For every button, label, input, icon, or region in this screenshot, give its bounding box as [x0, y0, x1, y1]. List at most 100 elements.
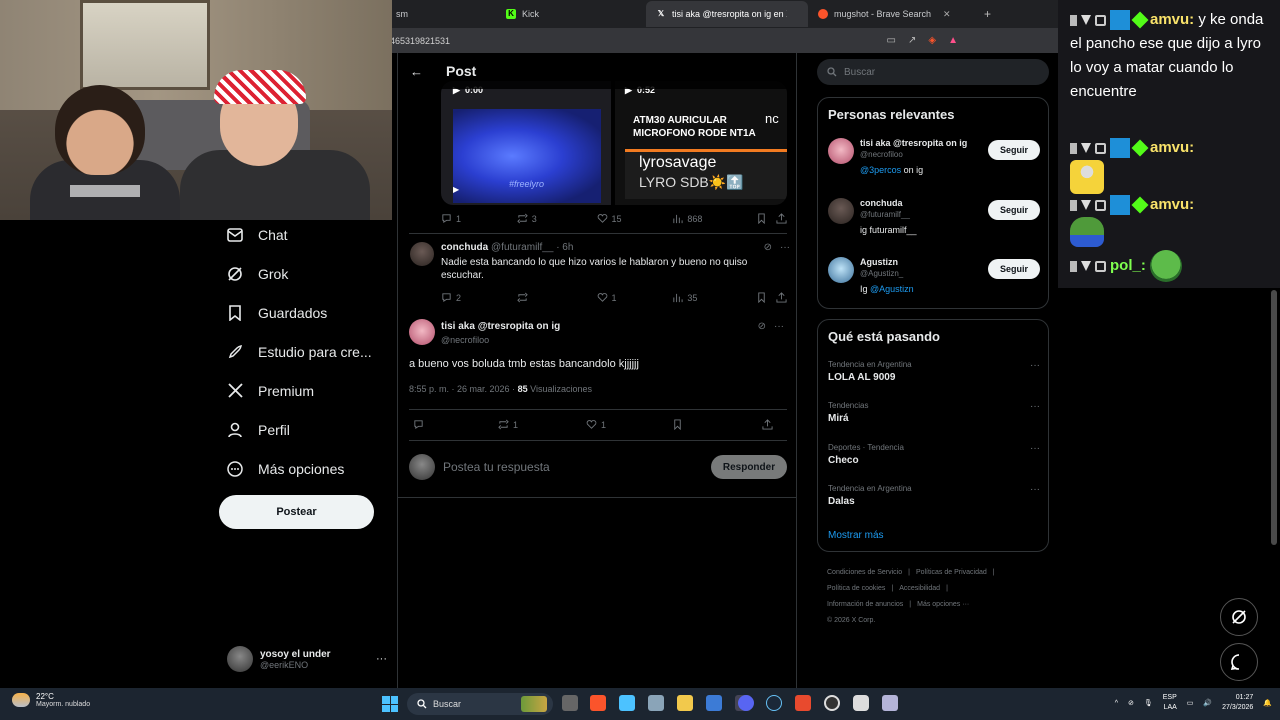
avatar[interactable] — [828, 138, 854, 164]
share-button[interactable] — [776, 292, 787, 303]
repost-button[interactable]: 3 — [517, 213, 597, 224]
show-more-link[interactable]: Mostrar más — [828, 530, 884, 541]
footer-link[interactable]: Más opciones ··· — [917, 601, 969, 608]
reply-submit-button[interactable]: Responder — [711, 455, 787, 479]
rewards-icon[interactable]: ▲ — [948, 35, 958, 46]
sidebar-item-perfil[interactable]: Perfil — [218, 410, 388, 449]
follow-button[interactable]: Seguir — [988, 259, 1040, 279]
share-button[interactable] — [762, 419, 773, 430]
more-icon[interactable]: ··· — [1030, 401, 1040, 412]
trend-item[interactable]: Deportes · Tendencia Checo ··· — [828, 443, 1040, 479]
avatar[interactable] — [409, 319, 435, 345]
tab-kick[interactable]: K Kick — [496, 1, 646, 27]
bio-mention[interactable]: @Agustizn — [870, 284, 914, 294]
more-icon[interactable]: ··· — [780, 242, 790, 253]
window-app-icon[interactable] — [706, 695, 722, 711]
views-button[interactable]: 35 — [672, 292, 756, 303]
person-card[interactable]: conchuda @futuramilf__ ig futuramilf__ S… — [828, 198, 1040, 246]
grok-icon[interactable]: ⊘ — [764, 242, 772, 253]
sidebar-item-mas-opciones[interactable]: Más opciones — [218, 449, 388, 488]
like-button[interactable]: 15 — [597, 213, 673, 224]
notification-icon[interactable]: 🔔 — [1263, 699, 1272, 707]
footer-link[interactable]: Información de anuncios — [827, 601, 903, 608]
like-button[interactable]: 1 — [597, 292, 673, 303]
file-explorer-icon[interactable] — [562, 695, 578, 711]
volume-icon[interactable]: 🔊 — [1203, 699, 1212, 707]
snipping-tool-icon[interactable] — [882, 695, 898, 711]
reply-input[interactable]: Postea tu respuesta — [443, 460, 703, 474]
screen-icon[interactable]: ▭ — [887, 35, 896, 46]
messages-fab-button[interactable] — [1220, 643, 1258, 681]
sidebar-item-premium[interactable]: Premium — [218, 371, 388, 410]
close-icon[interactable]: ✕ — [943, 9, 951, 20]
follow-button[interactable]: Seguir — [988, 140, 1040, 160]
chat-username[interactable]: amvu: — [1150, 11, 1194, 28]
more-icon[interactable]: ··· — [376, 653, 387, 665]
brave-browser-icon[interactable] — [590, 695, 606, 711]
chat-username[interactable]: pol_: — [1110, 257, 1146, 274]
quoted-media[interactable]: ▶ 0:00 #freelyro ▶ ▶ 0:52 ATM30 AURICULA… — [441, 81, 787, 205]
bio-mention[interactable]: @3percos — [860, 165, 901, 175]
taskbar-search[interactable]: Buscar — [407, 693, 553, 715]
main-tweet-time[interactable]: 8:55 p. m. · 26 mar. 2026 · — [409, 384, 515, 394]
sidebar-item-guardados[interactable]: Guardados — [218, 293, 388, 332]
person-name[interactable]: conchuda — [860, 198, 903, 208]
main-tweet-author[interactable]: tisi aka @tresropita on ig — [441, 321, 560, 332]
sidebar-item-grok[interactable]: Grok — [218, 254, 388, 293]
mic-icon[interactable]: 🎙 — [1144, 699, 1153, 707]
more-icon[interactable]: ··· — [1030, 360, 1040, 371]
obs-icon[interactable] — [824, 695, 840, 711]
chevron-up-icon[interactable]: ^ — [1115, 700, 1118, 707]
more-icon[interactable]: ··· — [1030, 484, 1040, 495]
trend-item[interactable]: Tendencias Mirá ··· — [828, 401, 1040, 437]
reply-handle[interactable]: @futuramilf__ — [491, 242, 553, 253]
chat-username[interactable]: amvu: — [1150, 196, 1194, 213]
post-button[interactable]: Postear — [219, 495, 374, 529]
share-button[interactable] — [776, 213, 787, 224]
footer-link[interactable]: Condiciones de Servicio — [827, 569, 902, 576]
shield-app-icon[interactable] — [795, 695, 811, 711]
video-thumbnail-2[interactable]: ▶ 0:52 ATM30 AURICULAR MICROFONO RODE NT… — [615, 81, 787, 205]
calculator-icon[interactable] — [648, 695, 664, 711]
like-button[interactable]: 1 — [586, 419, 672, 430]
weather-widget[interactable]: 22°C Mayorm. nublado — [12, 692, 90, 708]
chat-username[interactable]: amvu: — [1150, 139, 1194, 156]
notepad-icon[interactable] — [619, 695, 635, 711]
person-card[interactable]: Agustizn @Agustizn_ Ig @Agustizn Seguir — [828, 257, 1040, 305]
clock-app-icon[interactable] — [853, 695, 869, 711]
network-off-icon[interactable]: ⊘ — [1128, 699, 1134, 707]
pen-app-icon[interactable] — [677, 695, 693, 711]
trend-item[interactable]: Tendencia en Argentina Dalas ··· — [828, 484, 1040, 520]
new-tab-button[interactable]: + — [974, 7, 1001, 21]
person-card[interactable]: tisi aka @tresropita on ig @necrofiloo @… — [828, 138, 1040, 186]
language-indicator[interactable]: ESP LAA — [1163, 693, 1177, 713]
repost-button[interactable] — [517, 292, 597, 303]
url-field[interactable]: 465319821531 — [390, 31, 887, 51]
views-button[interactable]: 868 — [672, 213, 756, 224]
play-icon[interactable]: ▶ — [453, 185, 459, 194]
bookmark-button[interactable] — [756, 213, 776, 224]
account-switcher[interactable]: yosoy el under @eerikENO ··· — [227, 645, 387, 673]
footer-link[interactable]: Políticas de Privacidad — [916, 569, 987, 576]
back-arrow-icon[interactable]: ← — [410, 64, 424, 79]
avatar[interactable] — [828, 257, 854, 283]
tab-brave-search[interactable]: mugshot - Brave Search ✕ — [808, 1, 974, 27]
grok-icon[interactable]: ⊘ — [758, 321, 766, 332]
avatar[interactable] — [410, 242, 434, 266]
footer-link[interactable]: Accesibilidad — [899, 585, 940, 592]
share-icon[interactable]: ↗ — [908, 35, 916, 46]
grok-fab-button[interactable] — [1220, 598, 1258, 636]
follow-button[interactable]: Seguir — [988, 200, 1040, 220]
more-icon[interactable]: ··· — [774, 321, 784, 332]
bookmark-button[interactable] — [672, 419, 762, 430]
sidebar-item-estudio[interactable]: Estudio para cre... — [218, 332, 388, 371]
steam-icon[interactable] — [766, 695, 782, 711]
search-input[interactable]: Buscar — [817, 59, 1049, 85]
avatar[interactable] — [828, 198, 854, 224]
footer-link[interactable]: Política de cookies — [827, 585, 885, 592]
reply-author[interactable]: conchuda — [441, 242, 488, 253]
video-thumbnail-1[interactable]: ▶ 0:00 #freelyro ▶ — [441, 81, 611, 205]
monitor-icon[interactable]: ▭ — [1187, 699, 1194, 707]
trend-item[interactable]: Tendencia en Argentina LOLA AL 9009 ··· — [828, 360, 1040, 396]
reply-button[interactable] — [413, 419, 498, 430]
